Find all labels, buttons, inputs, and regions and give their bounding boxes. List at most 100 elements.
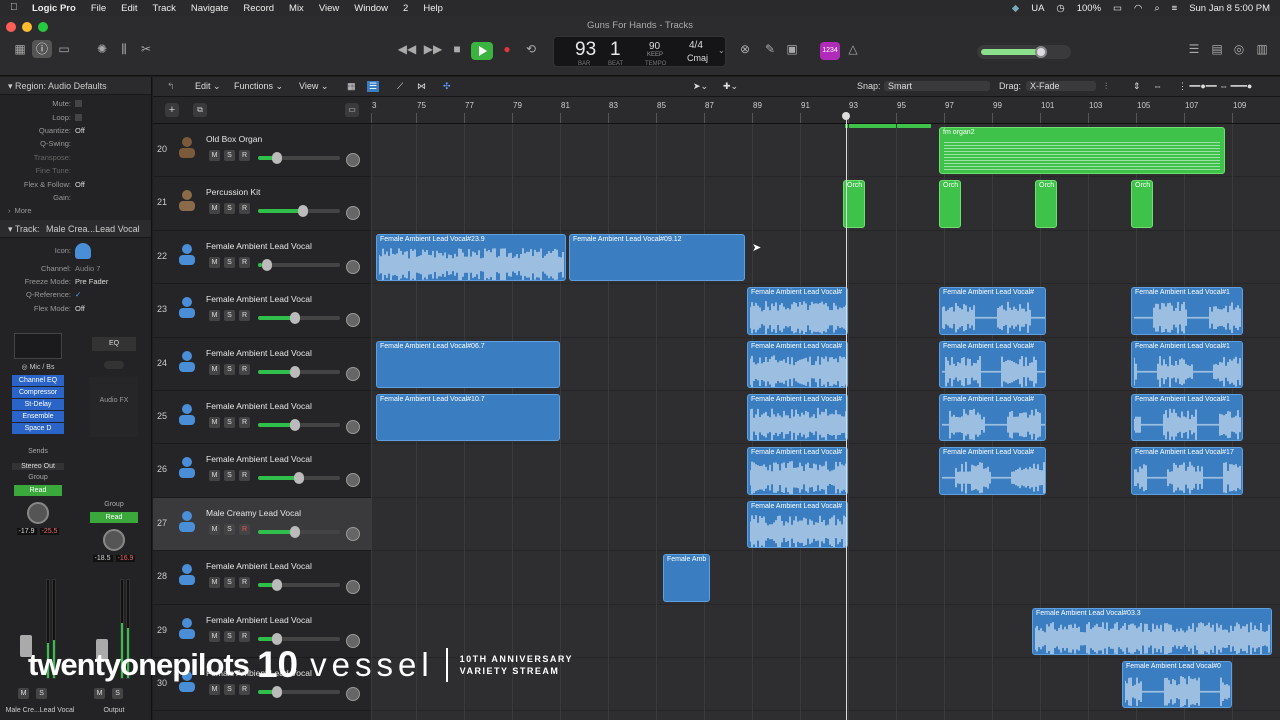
midi-region[interactable]: Orch (939, 180, 961, 228)
track-volume-slider[interactable] (258, 525, 340, 538)
playhead[interactable] (846, 112, 847, 720)
search-icon[interactable]: ⌕ (1154, 3, 1159, 14)
count-in-badge[interactable]: 1234 (820, 42, 840, 60)
grid-view-icon[interactable]: ▦ (347, 81, 356, 92)
track-header[interactable]: 20 Old Box Organ M S R (153, 124, 371, 178)
track-header[interactable]: 28 Female Ambient Lead Vocal M S R (153, 551, 371, 605)
record-enable-button[interactable]: R (239, 470, 250, 482)
horizontal-zoom-icon[interactable]: ⇔ (1153, 81, 1162, 91)
plugin-slot[interactable]: Compressor (12, 387, 64, 398)
track-volume-slider[interactable] (258, 686, 340, 698)
track-volume-slider[interactable] (258, 365, 340, 378)
global-tracks-icon[interactable]: ▭ (345, 103, 359, 117)
eq-thumbnail[interactable] (14, 333, 62, 359)
track-volume-slider[interactable] (258, 579, 340, 592)
track-volume-slider[interactable] (258, 205, 340, 218)
solo-icon[interactable]: ▣ (782, 40, 802, 58)
solo-button[interactable]: S (224, 363, 235, 375)
back-arrow-icon[interactable]: ↰ (167, 81, 175, 92)
library-icon[interactable]: ▦ (10, 40, 30, 58)
mute-button[interactable]: M (209, 363, 220, 375)
audio-region[interactable]: Female Ambient Lead Vocal# (939, 394, 1046, 442)
audio-region[interactable]: Female Amb (663, 554, 710, 602)
solo-button[interactable]: S (224, 203, 235, 215)
toolbar-icon[interactable]: ▭ (54, 40, 74, 58)
apple-icon[interactable]:  (10, 3, 20, 13)
pan-knob[interactable] (103, 529, 125, 551)
sends-slot[interactable]: Sends (8, 448, 68, 455)
record-enable-button[interactable]: R (239, 310, 250, 322)
ua-label[interactable]: UA (1031, 3, 1044, 14)
record-enable-button[interactable]: R (239, 523, 250, 535)
track-volume-slider[interactable] (258, 472, 340, 485)
midi-region[interactable]: fm organ2 (939, 127, 1225, 175)
track-inspector-header[interactable]: ▾ Track: Male Crea...Lead Vocal (0, 219, 151, 238)
volume-readout[interactable]: -18.5 (92, 555, 113, 562)
flex-mode-value[interactable]: Off (75, 304, 85, 313)
plugin-slot[interactable]: Channel EQ (12, 375, 64, 386)
flex-follow-value[interactable]: Off (75, 180, 85, 189)
record-enable-button[interactable]: R (239, 417, 250, 428)
region-inspector-header[interactable]: ▾ Region: Audio Defaults (0, 77, 151, 95)
pan-knob[interactable] (346, 366, 360, 381)
menu-record[interactable]: Record (243, 3, 274, 14)
strip-name[interactable]: Output (84, 707, 144, 714)
volume-handle[interactable] (297, 205, 308, 218)
audio-fx-slot[interactable]: Audio FX (90, 377, 138, 437)
volume-readout[interactable]: -17.9 (16, 528, 37, 535)
midi-region[interactable]: Orch (1131, 180, 1153, 228)
menu-window[interactable]: Window (354, 3, 388, 14)
bar-ruler[interactable]: 3 75 77 79 81 83 85 87 89 91 93 95 97 99 101 103 105 107 1… (371, 97, 1280, 124)
ua-icon[interactable]: ◆ (1012, 3, 1019, 14)
audio-region[interactable]: Female Ambient Lead Vocal# (939, 287, 1046, 335)
eq-slot[interactable]: EQ (92, 337, 136, 351)
input-slot[interactable]: ◎ Mic / Bs (8, 363, 68, 371)
pointer-tool-icon[interactable]: ➤⌄ (693, 81, 708, 92)
audio-region[interactable]: Female Ambient Lead Vocal#23.9 (376, 233, 566, 282)
smart-controls-icon[interactable]: ✺ (92, 40, 112, 58)
edit-menu[interactable]: Edit ⌄ (195, 81, 221, 92)
browser-icon[interactable]: ▥ (1252, 40, 1272, 58)
metronome-icon[interactable]: △ (843, 40, 863, 58)
list-editors-icon[interactable]: ☰ (1184, 40, 1204, 58)
track-header[interactable]: 23 Female Ambient Lead Vocal M S R (153, 284, 371, 338)
group-slot[interactable]: Group (8, 474, 68, 481)
mute-button[interactable]: M (209, 310, 220, 322)
volume-handle[interactable] (290, 525, 301, 538)
track-name[interactable]: Female Ambient Lead Vocal (206, 348, 312, 358)
mute-button[interactable]: M (209, 256, 220, 268)
track-name[interactable]: Female Ambient Lead Vocal (206, 294, 312, 304)
track-lane[interactable] (371, 551, 1280, 605)
volume-handle[interactable] (261, 258, 272, 271)
play-button[interactable] (471, 42, 493, 60)
audio-region[interactable]: Female Ambient Lead Vocal# (747, 287, 848, 335)
menu-help[interactable]: Help (423, 3, 443, 14)
solo-button[interactable]: S (224, 470, 235, 482)
solo-button[interactable]: S (224, 417, 235, 428)
track-name[interactable]: Female Ambient Lead Vocal (206, 454, 312, 464)
track-name[interactable]: Female Ambient Lead Vocal (206, 241, 312, 251)
quantize-value[interactable]: Off (75, 126, 85, 135)
replace-icon[interactable]: ✎ (760, 40, 780, 58)
pan-knob[interactable] (27, 502, 49, 524)
pan-knob[interactable] (346, 153, 360, 167)
pan-knob[interactable] (346, 526, 360, 541)
pan-knob[interactable] (346, 259, 360, 274)
master-volume-slider[interactable] (977, 45, 1071, 59)
editors-icon[interactable]: ✂ (136, 40, 156, 58)
audio-region[interactable]: Female Ambient Lead Vocal# (939, 340, 1046, 388)
solo-button[interactable]: S (224, 150, 235, 161)
flex-icon[interactable]: ⋈ (417, 81, 426, 92)
automation-icon[interactable]: ⟋ (397, 81, 403, 92)
mixer-icon[interactable]: ⫼ (114, 40, 134, 58)
audio-region[interactable]: Female Ambient Lead Vocal#06.7 (376, 340, 560, 388)
menu-app[interactable]: Logic Pro (32, 3, 76, 14)
solo-button[interactable]: S (224, 310, 235, 322)
singer-icon[interactable] (175, 454, 199, 480)
plugin-slot[interactable]: St-Delay (12, 399, 64, 410)
zoom-slider[interactable]: ⋮ ━━●━━ ⇔ ━━━● (1178, 81, 1252, 92)
output-slot[interactable]: Stereo Out (12, 463, 64, 470)
menu-2[interactable]: 2 (403, 3, 408, 14)
track-header[interactable]: 24 Female Ambient Lead Vocal M S R (153, 338, 371, 391)
pan-knob[interactable] (346, 580, 360, 595)
